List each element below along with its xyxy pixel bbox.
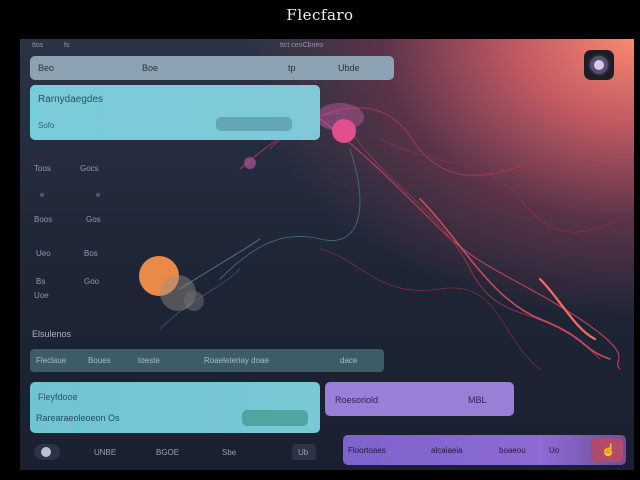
filament-line xyxy=(379,138,621,233)
thumb-icon: ☝ xyxy=(601,443,616,457)
strip-label: ttct ceoCbneo xyxy=(280,42,324,49)
toggle-button[interactable] xyxy=(34,444,60,460)
toolbar: Beo Boe tp Ubde xyxy=(30,56,394,80)
purple-action-button[interactable]: Roesoriold MBL xyxy=(325,382,514,416)
avatar-button[interactable] xyxy=(584,50,614,80)
field-label[interactable]: toeste xyxy=(138,356,160,365)
dot-icon xyxy=(40,193,44,197)
bottom-bar: UNBE BGOE Sbe Ub xyxy=(30,440,330,464)
pink-orb xyxy=(332,119,356,143)
button-label: Roesoriold xyxy=(335,395,379,405)
card-action-button[interactable] xyxy=(242,410,308,426)
purple-bar: Floortoaes alcaiaeia boaeou Uo ☝ xyxy=(343,435,626,465)
main-panel: ttos fs ttct ceoCbneo Beo Boe tp Ubde Ra… xyxy=(20,39,634,470)
list-item[interactable]: Gocs xyxy=(80,164,99,173)
square-button[interactable]: Ub xyxy=(292,444,316,460)
bottom-item[interactable]: UNBE xyxy=(94,448,116,457)
bar-item[interactable]: alcaiaeia xyxy=(431,446,463,455)
list-item[interactable]: Uoe xyxy=(34,291,49,300)
button-label: MBL xyxy=(468,395,487,405)
filament-line xyxy=(349,128,601,360)
field-label[interactable]: dace xyxy=(340,356,357,365)
info-card-top[interactable]: Rarnydaegdes Sofo xyxy=(30,85,320,140)
small-orb xyxy=(244,157,256,169)
bottom-item[interactable]: BGOE xyxy=(156,448,179,457)
list-item[interactable]: Bos xyxy=(84,249,98,258)
app-title: Flecfaro xyxy=(286,6,354,24)
list-item[interactable]: Boos xyxy=(34,215,52,224)
list-item[interactable]: Ueo xyxy=(36,249,51,258)
strip-label: ttos xyxy=(32,42,44,49)
filament-line xyxy=(419,198,611,360)
section-heading: Elsulenos xyxy=(32,329,72,339)
card-subtitle: Sofo xyxy=(38,121,55,130)
field-row: Fleclaue Boues toeste Roaeleteriay doae … xyxy=(30,349,384,372)
info-card-bottom[interactable]: Fleyfdooe Rarearaeoleoeon Os xyxy=(30,382,320,433)
card-action-button[interactable] xyxy=(216,117,292,131)
dot-icon xyxy=(96,193,100,197)
filament-line xyxy=(319,118,621,370)
card-title: Fleyfdooe xyxy=(38,392,78,402)
card-subtitle: Rarearaeoleoeon Os xyxy=(36,413,120,423)
card-title: Rarnydaegdes xyxy=(38,94,104,105)
thumb-button[interactable]: ☝ xyxy=(591,438,623,462)
list-item[interactable]: Gos xyxy=(86,215,101,224)
top-status-strip: ttos fs ttct ceoCbneo xyxy=(30,42,390,54)
bar-item[interactable]: Floortoaes xyxy=(348,446,386,455)
toolbar-item[interactable]: tp xyxy=(288,63,296,73)
filament-line xyxy=(538,277,597,341)
list-item[interactable]: Toos xyxy=(34,164,51,173)
bar-item[interactable]: Uo xyxy=(549,446,559,455)
bottom-item: Ub xyxy=(298,448,309,457)
circle-icon xyxy=(41,447,51,457)
bar-item[interactable]: boaeou xyxy=(499,446,526,455)
avatar-icon xyxy=(590,56,608,74)
toolbar-item[interactable]: Ubde xyxy=(338,63,360,73)
toolbar-item[interactable]: Boe xyxy=(142,63,158,73)
strip-label: fs xyxy=(64,42,70,49)
side-list: Toos Gocs Boos Gos Ueo Bos Bs Goo Uoe xyxy=(32,161,132,311)
filament-line xyxy=(179,238,261,290)
list-item[interactable]: Goo xyxy=(84,277,99,286)
field-label[interactable]: Fleclaue xyxy=(36,356,66,365)
field-label[interactable]: Boues xyxy=(88,356,111,365)
haze-orb xyxy=(184,291,204,311)
toolbar-item[interactable]: Beo xyxy=(38,63,54,73)
field-label[interactable]: Roaeleteriay doae xyxy=(204,356,269,365)
bottom-item[interactable]: Sbe xyxy=(222,448,236,457)
list-item[interactable]: Bs xyxy=(36,277,45,286)
